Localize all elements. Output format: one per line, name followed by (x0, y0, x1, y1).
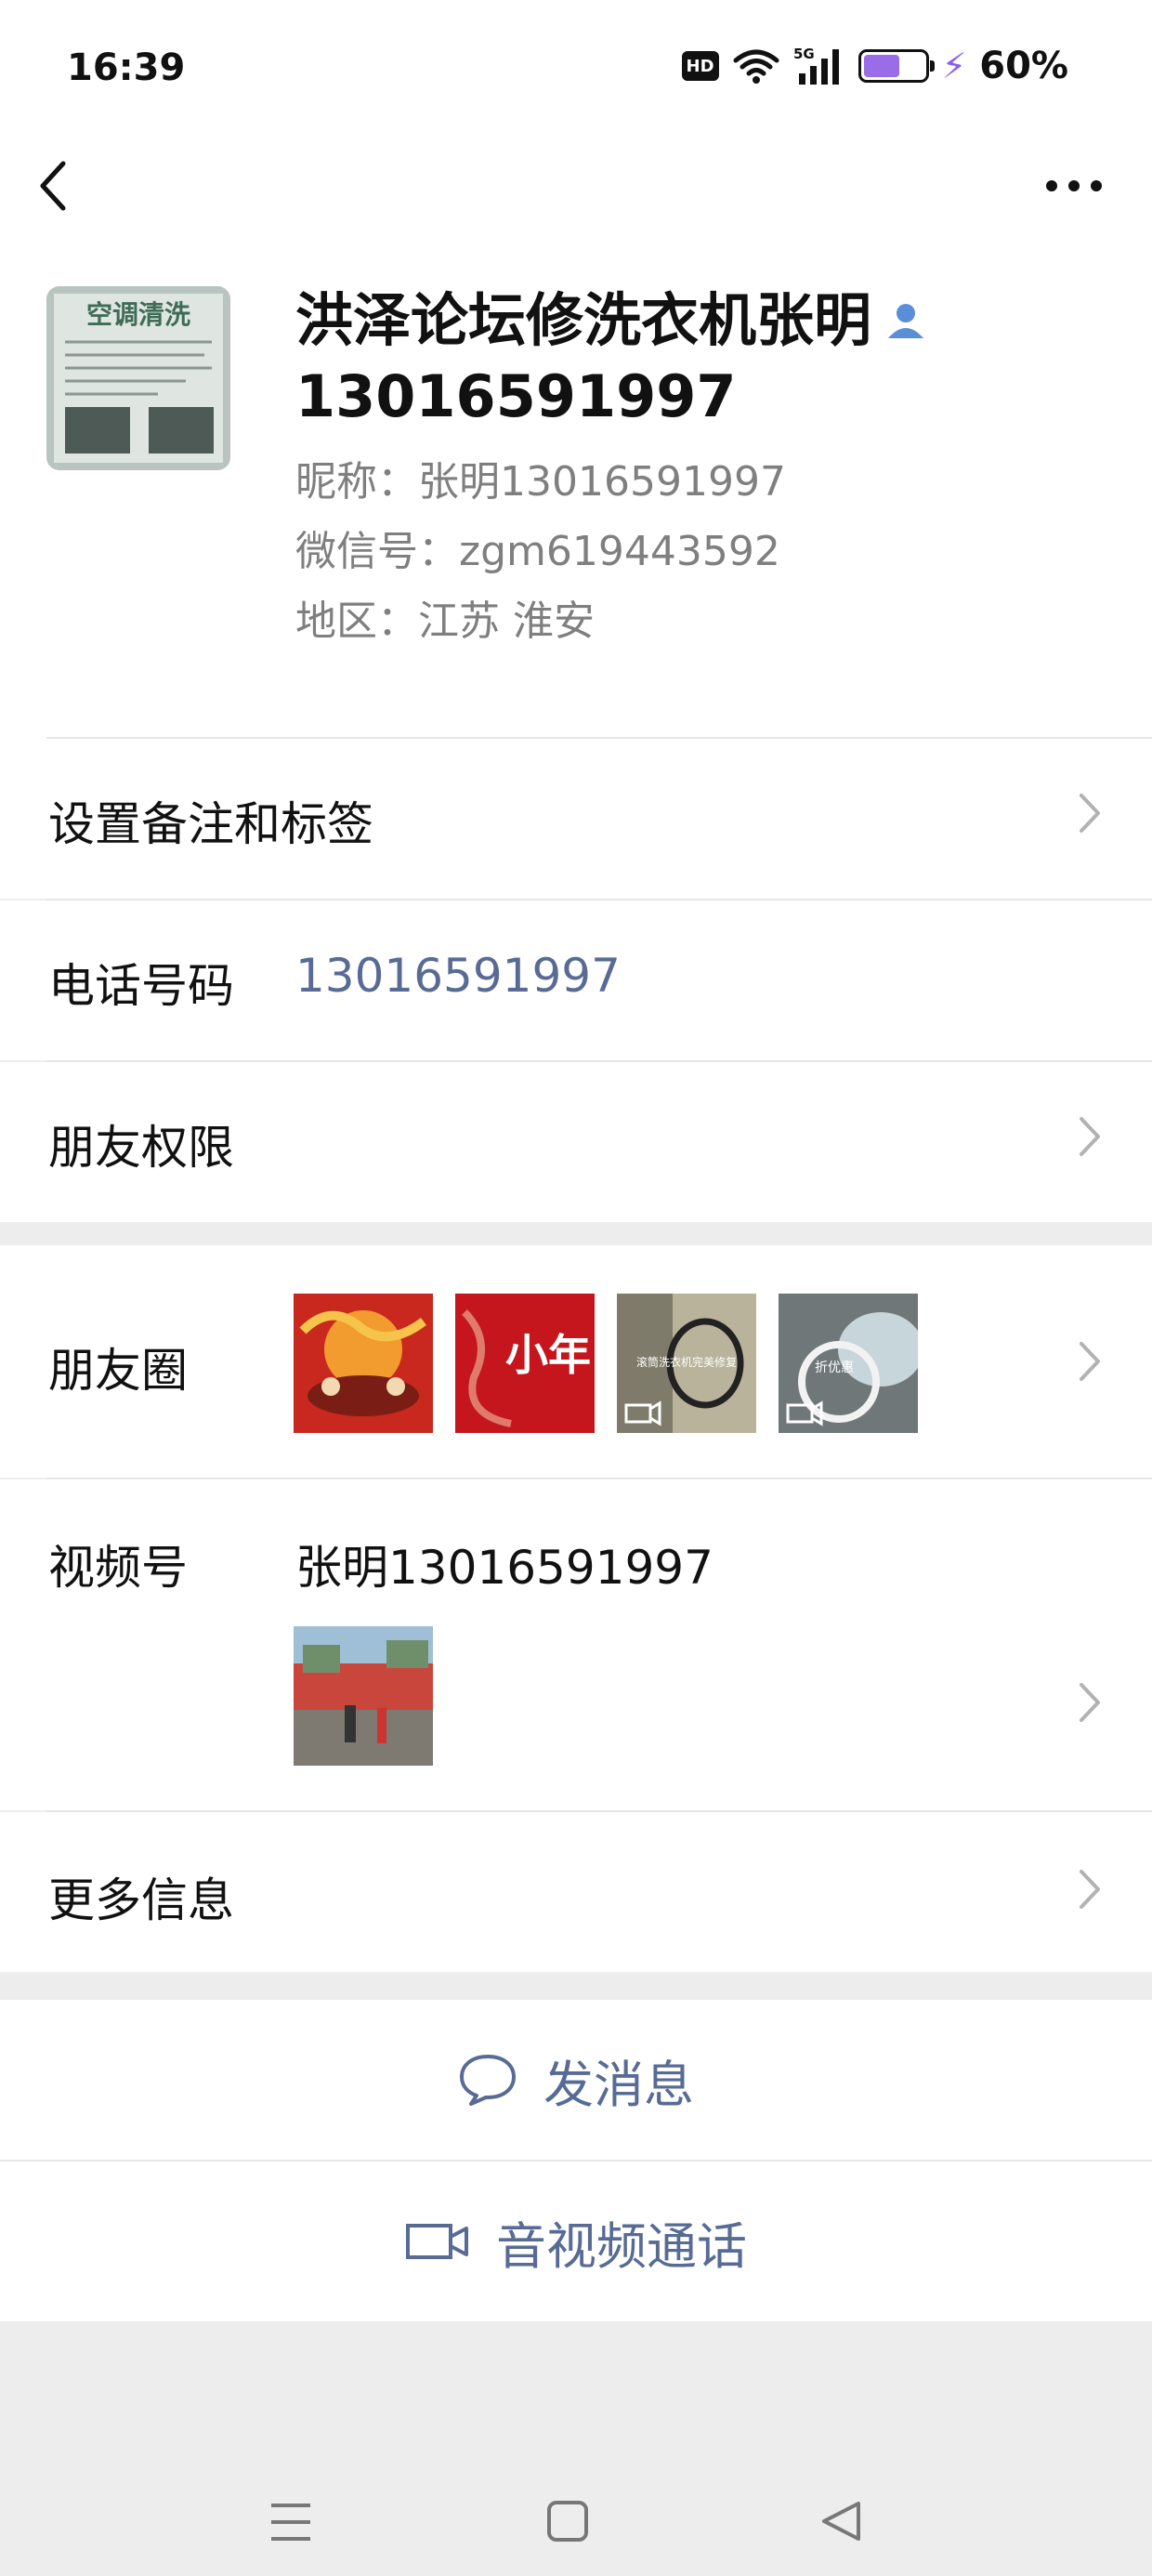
menu-icon[interactable] (269, 2502, 312, 2543)
chevron-right-icon (1076, 1113, 1104, 1163)
more-horizontal-icon (1046, 180, 1102, 191)
status-bar: 16:39 HD 5G ⚡ 60% (0, 0, 1152, 139)
av-call-label: 音视频通话 (496, 2216, 747, 2276)
battery-icon (857, 49, 935, 83)
profile-card: 空调清洗 洪泽论坛修洗衣机张明 13016591997 昵称：张明1301659… (0, 251, 1152, 739)
battery-percent: 60% (979, 45, 1068, 87)
profile-name-part1: 洪泽论坛修洗衣机张明 (295, 286, 872, 354)
chevron-right-icon (1076, 1866, 1104, 1916)
network-type-label: 5G (793, 46, 815, 62)
status-time: 16:39 (67, 46, 186, 89)
more-info-label: 更多信息 (48, 1873, 234, 1927)
phone-number-link[interactable]: 13016591997 (295, 949, 621, 1003)
more-info-row[interactable]: 更多信息 (0, 1812, 1152, 1972)
back-button[interactable] (35, 139, 100, 232)
chevron-right-icon (1076, 1338, 1104, 1388)
friend-permissions-label: 朋友权限 (48, 1121, 234, 1175)
moments-thumbnail[interactable]: 小年 (455, 1294, 595, 1433)
chevron-left-icon (40, 161, 66, 211)
moments-label: 朋友圈 (48, 1344, 188, 1398)
chevron-right-icon (1076, 790, 1104, 840)
phone-label: 电话号码 (48, 959, 234, 1013)
charging-icon: ⚡ (941, 46, 967, 86)
phone-row: 电话号码 13016591997 (0, 900, 1152, 1060)
top-nav (0, 139, 1152, 251)
home-icon[interactable] (546, 2500, 589, 2543)
moments-thumb-caption: 折优惠 (815, 1360, 854, 1375)
channels-thumbnail[interactable] (294, 1626, 433, 1766)
battery-fill (863, 55, 899, 77)
moments-row[interactable]: 朋友圈 小年 滚筒洗衣机完美修复 折优惠 (0, 1245, 1152, 1478)
video-call-icon (406, 2224, 468, 2259)
wechat-id[interactable]: 微信号：zgm619443592 (295, 518, 780, 577)
send-message-button[interactable]: 发消息 (0, 2000, 1152, 2160)
chevron-right-icon (1076, 1679, 1104, 1729)
avatar-image: 空调清洗 (46, 286, 230, 470)
system-nav-bar (0, 2416, 1152, 2576)
moments-thumbnail[interactable]: 折优惠 (779, 1294, 918, 1433)
moments-thumbnails: 小年 滚筒洗衣机完美修复 折优惠 (294, 1294, 1130, 1433)
moments-thumb-caption: 滚筒洗衣机完美修复 (636, 1355, 737, 1369)
avatar[interactable]: 空调清洗 (46, 286, 230, 470)
profile-name: 洪泽论坛修洗衣机张明 13016591997 (295, 284, 1113, 433)
channels-row[interactable]: 视频号 张明13016591997 (0, 1479, 1152, 1810)
region: 地区：江苏 淮安 (295, 598, 595, 645)
status-icons: HD 5G ⚡ 60% (681, 43, 1068, 89)
remark-tags-row[interactable]: 设置备注和标签 (0, 739, 1152, 899)
hd-icon: HD (681, 51, 719, 81)
person-icon (883, 288, 929, 361)
nickname: 昵称：张明13016591997 (295, 458, 786, 506)
more-button[interactable] (1037, 139, 1111, 232)
av-call-button[interactable]: 音视频通话 (0, 2162, 1152, 2321)
channels-name: 张明13016591997 (295, 1541, 713, 1595)
send-message-label: 发消息 (543, 2055, 694, 2114)
avatar-text: 空调清洗 (86, 299, 190, 330)
back-triangle-icon[interactable] (819, 2500, 862, 2543)
moments-thumb-caption: 小年 (505, 1330, 591, 1380)
chat-bubble-icon (460, 2055, 516, 2106)
moments-thumbnail[interactable]: 滚筒洗衣机完美修复 (617, 1294, 756, 1433)
friend-permissions-row[interactable]: 朋友权限 (0, 1062, 1152, 1222)
channels-label: 视频号 (48, 1541, 188, 1595)
moments-thumbnail[interactable] (294, 1294, 433, 1433)
wifi-icon (733, 49, 779, 84)
signal-icon: 5G (793, 46, 839, 85)
remark-tags-label: 设置备注和标签 (48, 797, 373, 851)
profile-name-part2: 13016591997 (295, 361, 737, 430)
